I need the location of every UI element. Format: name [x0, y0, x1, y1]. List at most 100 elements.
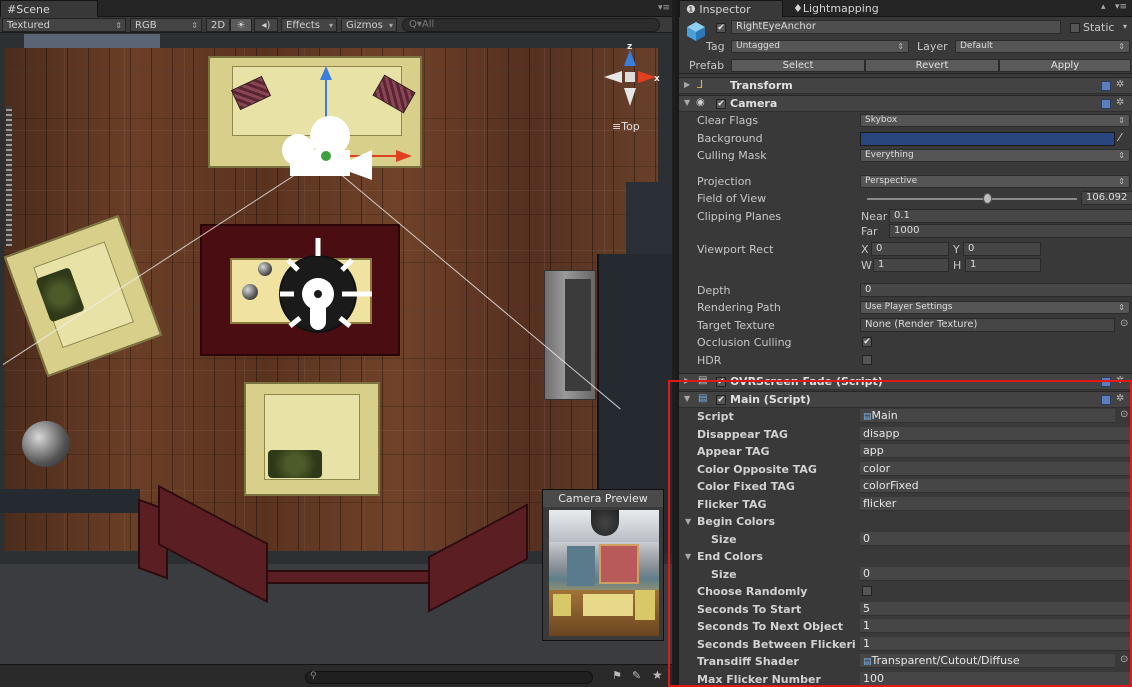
- panel-menu-icon[interactable]: ▾≡: [658, 3, 670, 13]
- star-icon[interactable]: ★: [652, 668, 663, 682]
- begin-colors-size-field[interactable]: 0: [860, 532, 1132, 546]
- choose-randomly-checkbox[interactable]: [862, 586, 872, 596]
- flicker-tag-field[interactable]: flicker: [860, 497, 1132, 511]
- color-opposite-tag-field[interactable]: color: [860, 462, 1132, 476]
- ovr-fade-component-header[interactable]: ▶ ▤ ✔ OVRScreen Fade (Script) ✲: [679, 373, 1132, 390]
- camera-enabled-checkbox[interactable]: ✔: [716, 99, 726, 109]
- gear-icon[interactable]: ✲: [1116, 79, 1124, 90]
- depth-field[interactable]: 0: [860, 283, 1132, 297]
- fov-slider-track[interactable]: [867, 198, 1077, 200]
- tag-label: Tag: [706, 40, 725, 53]
- gear-icon[interactable]: ✲: [1116, 393, 1124, 404]
- speaker-icon: ◂): [261, 20, 271, 31]
- chevron-down-icon[interactable]: ▼: [685, 517, 691, 526]
- scene-tabbar: #Scene ▾≡: [0, 0, 672, 17]
- lock-icon[interactable]: ▴: [1101, 2, 1106, 12]
- effects-dropdown[interactable]: Effects ▾: [281, 18, 337, 32]
- help-icon[interactable]: [1101, 377, 1111, 387]
- max-flicker-number-field[interactable]: 100: [860, 672, 1132, 686]
- view-orientation-label[interactable]: ≡Top: [612, 120, 640, 133]
- tag-dropdown[interactable]: Untagged ⇕: [731, 40, 909, 53]
- camera-icon: ◉: [696, 97, 705, 108]
- gizmos-dropdown[interactable]: Gizmos ▾: [341, 18, 397, 32]
- panel-menu-icon[interactable]: ▾≡: [1115, 2, 1127, 12]
- seconds-to-start-field[interactable]: 5: [860, 602, 1132, 616]
- chevron-down-icon: ▾: [388, 21, 393, 30]
- scene-lighting-button[interactable]: ☀: [230, 18, 252, 32]
- appear-tag-field[interactable]: app: [860, 444, 1132, 458]
- tab-inspector[interactable]: ❶ Inspector: [679, 0, 783, 17]
- disappear-tag-field[interactable]: disapp: [860, 427, 1132, 441]
- vp-x-field[interactable]: 0: [871, 242, 949, 256]
- color-fixed-tag-field[interactable]: colorFixed: [860, 479, 1132, 493]
- orientation-gizmo-icon[interactable]: [600, 42, 660, 112]
- gameobject-cube-icon: [687, 22, 705, 41]
- camera-component-header[interactable]: ▼ ◉ ✔ Camera ✲: [679, 95, 1132, 112]
- active-checkbox[interactable]: ✔: [716, 23, 726, 33]
- seconds-next-object-field[interactable]: 1: [860, 619, 1132, 633]
- occlusion-culling-checkbox[interactable]: ✔: [862, 337, 872, 347]
- vp-h-field[interactable]: 1: [965, 258, 1041, 272]
- tag-icon[interactable]: ✎: [632, 669, 641, 682]
- far-field[interactable]: 1000: [889, 224, 1132, 238]
- near-field[interactable]: 0.1: [889, 209, 1132, 223]
- scene-viewport[interactable]: z x ≡Top Camera Preview: [0, 34, 672, 664]
- wall-segment: [626, 182, 672, 254]
- gear-icon[interactable]: ✲: [1116, 97, 1124, 108]
- transdiff-shader-field[interactable]: ▤Transparent/Cutout/Diffuse: [860, 654, 1115, 668]
- gear-icon[interactable]: ✲: [1116, 375, 1124, 386]
- fov-value-field[interactable]: 106.092: [1081, 191, 1132, 205]
- clear-flags-dropdown[interactable]: Skybox ⇕: [860, 114, 1130, 127]
- transform-component-header[interactable]: ▶ ⅃ Transform ✲: [679, 77, 1132, 94]
- scene-search-input[interactable]: Q▾All: [402, 18, 660, 32]
- help-icon[interactable]: [1101, 99, 1111, 109]
- vp-w-field[interactable]: 1: [873, 258, 949, 272]
- chevron-down-icon[interactable]: ▼: [685, 552, 691, 561]
- dropdown-arrow-icon: ⇕: [115, 21, 122, 30]
- info-icon: ❶: [686, 3, 696, 16]
- render-mode-dropdown[interactable]: Textured ⇕: [2, 18, 126, 32]
- background-color-swatch[interactable]: [860, 132, 1115, 146]
- prefab-apply-button[interactable]: Apply: [999, 59, 1131, 72]
- end-colors-size-field[interactable]: 0: [860, 567, 1132, 581]
- static-checkbox[interactable]: [1070, 23, 1080, 33]
- color-mode-dropdown[interactable]: RGB ⇕: [130, 18, 202, 32]
- prefab-revert-button[interactable]: Revert: [865, 59, 999, 72]
- object-picker-icon[interactable]: ⊙: [1120, 409, 1128, 420]
- rendering-path-dropdown[interactable]: Use Player Settings ⇕: [860, 301, 1130, 314]
- object-name-field[interactable]: RightEyeAnchor: [731, 20, 1061, 34]
- target-texture-field[interactable]: None (Render Texture): [860, 318, 1115, 332]
- help-icon[interactable]: [1101, 395, 1111, 405]
- toggle-2d-button[interactable]: 2D: [206, 18, 230, 32]
- begin-colors-foldout[interactable]: Begin Colors: [697, 515, 775, 528]
- ovr-fade-enabled-checkbox[interactable]: ✔: [716, 377, 726, 387]
- target-texture-label: Target Texture: [697, 319, 775, 332]
- chevron-right-icon: ▶: [684, 80, 691, 89]
- projection-dropdown[interactable]: Perspective ⇕: [860, 175, 1130, 188]
- hdr-checkbox[interactable]: [862, 355, 872, 365]
- seconds-between-flickering-field[interactable]: 1: [860, 637, 1132, 651]
- main-script-component-header[interactable]: ▼ ▤ ✔ Main (Script) ✲: [679, 391, 1132, 408]
- end-colors-foldout[interactable]: End Colors: [697, 550, 763, 563]
- prefab-select-button[interactable]: Select: [731, 59, 865, 72]
- object-picker-icon[interactable]: ⊙: [1120, 654, 1128, 665]
- main-script-enabled-checkbox[interactable]: ✔: [716, 395, 726, 405]
- chevron-down-icon[interactable]: ▾: [1123, 22, 1127, 31]
- tab-lightmapping[interactable]: ♦Lightmapping: [787, 0, 897, 17]
- object-picker-icon[interactable]: ⊙: [1120, 318, 1128, 329]
- vp-y-field[interactable]: 0: [963, 242, 1041, 256]
- tab-scene[interactable]: #Scene: [0, 0, 98, 17]
- layer-dropdown[interactable]: Default ⇕: [955, 40, 1130, 53]
- armchair-bottom: [244, 382, 380, 496]
- script-label: Script: [697, 410, 734, 423]
- script-field[interactable]: ▤Main: [860, 409, 1115, 423]
- eyedropper-icon[interactable]: ⁄: [1119, 131, 1121, 144]
- scene-audio-button[interactable]: ◂): [254, 18, 278, 32]
- light-gizmo-icon[interactable]: [272, 230, 382, 340]
- footer-search-input[interactable]: ⚲: [305, 671, 593, 684]
- lock-icon[interactable]: ⚑: [612, 669, 622, 682]
- fov-slider-thumb[interactable]: [983, 193, 992, 204]
- camera-gizmo-icon[interactable]: [262, 64, 422, 194]
- culling-mask-dropdown[interactable]: Everything ⇕: [860, 149, 1130, 162]
- help-icon[interactable]: [1101, 81, 1111, 91]
